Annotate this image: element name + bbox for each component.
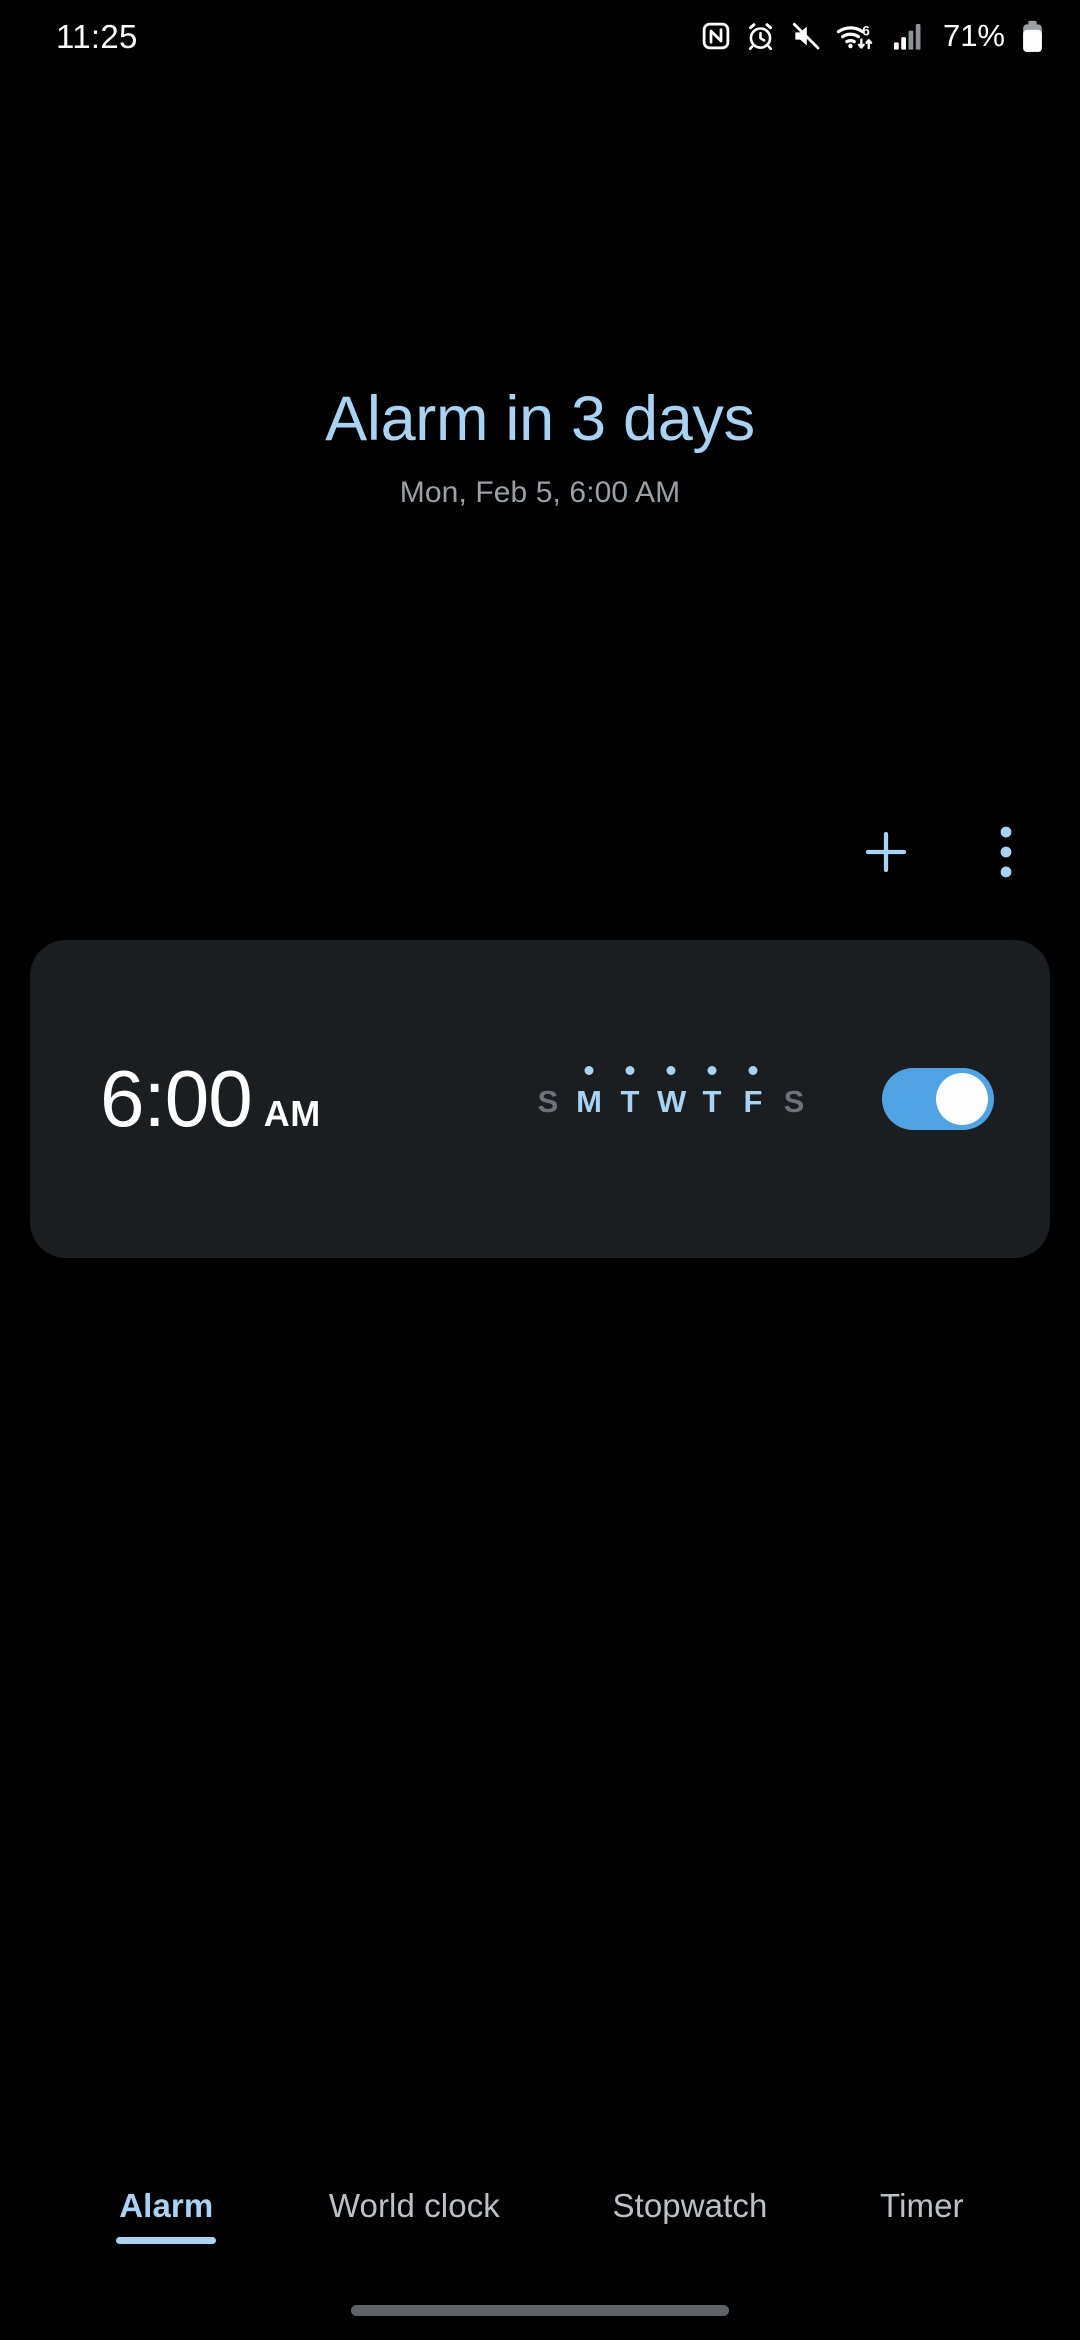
alarm-repeat-days[interactable]: S M T W T F S (534, 1086, 808, 1117)
toggle-thumb (936, 1073, 988, 1125)
plus-icon (859, 825, 913, 879)
tab-timer-label: Timer (880, 2187, 964, 2225)
battery-icon (1021, 20, 1044, 53)
alarm-clock-icon (745, 21, 776, 52)
cellular-signal-icon (892, 22, 925, 51)
alarm-enable-toggle[interactable] (882, 1068, 994, 1130)
tab-alarm-label: Alarm (119, 2187, 214, 2225)
alarm-time-value: 6:00 (100, 1054, 253, 1143)
tab-world-clock[interactable]: World clock (321, 2186, 508, 2244)
add-alarm-button[interactable] (844, 810, 928, 894)
more-options-button[interactable] (976, 810, 1036, 894)
alarm-header: Alarm in 3 days Mon, Feb 5, 6:00 AM (0, 384, 1080, 510)
tab-active-indicator (116, 2237, 217, 2244)
status-bar: 11:25 6 71% (0, 0, 1080, 72)
tab-alarm[interactable]: Alarm (108, 2186, 224, 2244)
alarm-time-display: 6:00 AM (100, 1059, 321, 1139)
gesture-navigation-bar[interactable] (351, 2305, 729, 2316)
tab-stopwatch[interactable]: Stopwatch (604, 2186, 775, 2244)
wifi-icon: 6 (836, 21, 878, 52)
repeat-day-monday[interactable]: M (575, 1086, 603, 1117)
status-bar-icons: 6 71% (701, 18, 1044, 54)
svg-text:6: 6 (862, 23, 870, 38)
nfc-icon (701, 21, 731, 51)
status-bar-clock: 11:25 (56, 17, 138, 55)
battery-percentage-label: 71% (942, 18, 1005, 53)
repeat-day-wednesday[interactable]: W (657, 1086, 686, 1117)
tab-world-clock-label: World clock (328, 2187, 500, 2225)
repeat-day-tuesday[interactable]: T (616, 1086, 644, 1117)
repeat-day-sunday[interactable]: S (534, 1086, 562, 1117)
next-alarm-subtitle: Mon, Feb 5, 6:00 AM (399, 476, 681, 510)
page-title: Alarm in 3 days (325, 384, 755, 454)
alarm-list-item[interactable]: 6:00 AM S M T W T F S (30, 940, 1050, 1258)
tab-timer[interactable]: Timer (872, 2186, 972, 2244)
toolbar-actions (844, 810, 1036, 894)
repeat-day-saturday[interactable]: S (780, 1086, 808, 1117)
bottom-tab-bar: Alarm World clock Stopwatch Timer (0, 2186, 1080, 2244)
alarm-meridiem-label: AM (263, 1093, 321, 1134)
mute-icon (790, 20, 822, 52)
tab-stopwatch-label: Stopwatch (612, 2187, 768, 2225)
repeat-day-thursday[interactable]: T (698, 1086, 726, 1117)
repeat-day-friday[interactable]: F (739, 1086, 767, 1117)
overflow-menu-icon (999, 825, 1013, 879)
